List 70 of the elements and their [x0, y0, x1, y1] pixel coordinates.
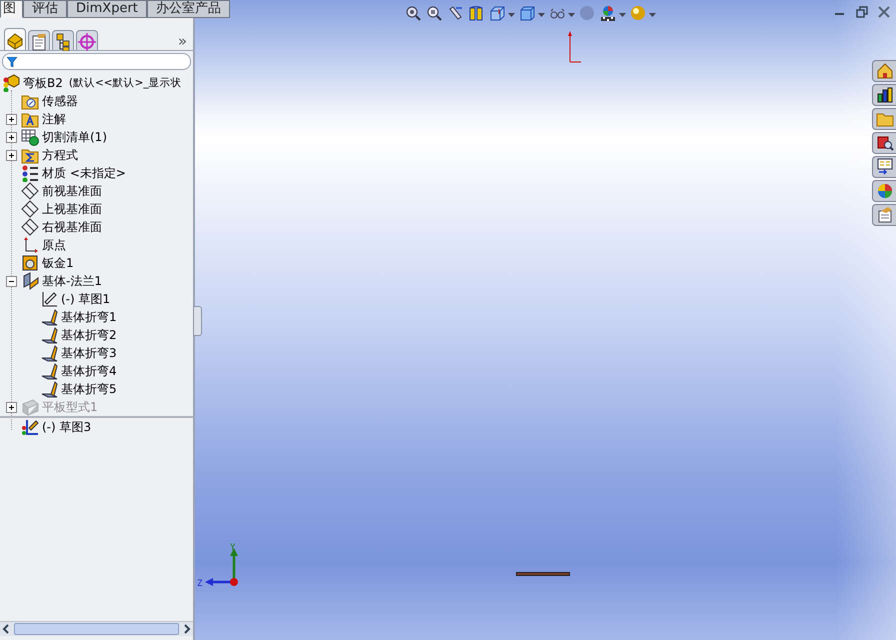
expand-toggle-icon[interactable] [6, 402, 17, 412]
close-icon[interactable] [878, 6, 890, 18]
toolbar-button[interactable] [600, 5, 626, 22]
toolbar-button[interactable] [447, 5, 464, 22]
origin-icon [565, 30, 583, 64]
part-edge [516, 572, 570, 576]
flat-icon [21, 398, 39, 416]
tree-item[interactable]: 基体折弯4 [61, 362, 117, 380]
toolbar-button[interactable] [489, 5, 515, 22]
tree-item[interactable]: 原点 [42, 236, 66, 254]
more-button[interactable]: » [176, 32, 189, 50]
bend-icon [40, 362, 58, 380]
plane-icon [21, 200, 39, 218]
expand-toggle-icon[interactable] [6, 132, 17, 142]
toolbar-button[interactable] [468, 5, 485, 22]
bend-icon [40, 308, 58, 326]
tree-item[interactable]: 注解 [42, 110, 66, 128]
sheetmetal-icon [21, 254, 39, 272]
toolbar-button[interactable] [426, 5, 443, 22]
tree-item[interactable]: (-) 草图1 [61, 290, 110, 308]
filter-field[interactable] [2, 53, 191, 70]
tree-item[interactable]: 传感器 [42, 92, 78, 110]
collapse-toggle-icon[interactable] [6, 276, 17, 286]
cutlist-icon [21, 128, 39, 146]
sketch-icon [40, 290, 58, 308]
tree-item[interactable]: 基体折弯2 [61, 326, 117, 344]
task-pane-tab[interactable] [872, 84, 896, 106]
tree-item[interactable]: (-) 草图3 [42, 418, 92, 436]
tree-item[interactable]: 右视基准面 [42, 218, 102, 236]
material-icon [21, 164, 39, 182]
panel-tab[interactable] [4, 28, 26, 50]
tree-item[interactable]: 弯板B2 [23, 74, 63, 92]
command-tab[interactable]: 图 [0, 0, 23, 18]
expand-toggle-icon[interactable] [6, 114, 17, 124]
panel-collapse-handle[interactable] [193, 306, 202, 336]
configuration-text: (默认<<默认>_显示状 [68, 76, 182, 90]
tree-item[interactable]: 方程式 [42, 146, 78, 164]
bend-icon [40, 344, 58, 362]
command-tab[interactable]: 办公室产品 [146, 0, 230, 18]
part-icon [2, 74, 20, 92]
tree-item[interactable]: 前视基准面 [42, 182, 102, 200]
bend-icon [40, 380, 58, 398]
command-tab[interactable]: 评估 [23, 0, 67, 18]
axis-triad-drawing: Y Z [197, 540, 239, 590]
tree-item[interactable]: 钣金1 [42, 254, 74, 272]
bend-icon [40, 326, 58, 344]
toolbar-button[interactable] [405, 5, 422, 22]
task-pane-tab[interactable] [872, 204, 896, 226]
command-tab[interactable]: DimXpert [67, 0, 147, 18]
toolbar-button[interactable] [630, 5, 656, 22]
flange-icon [21, 272, 39, 290]
tree-item[interactable]: 基体折弯3 [61, 344, 117, 362]
sketch3d-icon [21, 418, 39, 436]
panel-tab[interactable] [52, 30, 74, 50]
tree-item[interactable]: 切割清单(1) [42, 128, 107, 146]
tree-item[interactable]: 基体折弯5 [61, 380, 117, 398]
expand-toggle-icon[interactable] [6, 150, 17, 160]
tree-item[interactable]: 材质 <未指定> [42, 164, 126, 182]
plane-icon [21, 182, 39, 200]
panel-tab[interactable] [28, 30, 50, 50]
task-pane-tab[interactable] [872, 156, 896, 178]
tree-item[interactable]: 基体折弯1 [61, 308, 117, 326]
restore-icon[interactable] [856, 6, 868, 18]
tree-item[interactable]: 基体-法兰1 [42, 272, 102, 290]
scrollbar-thumb[interactable] [14, 623, 179, 635]
origin-icon [21, 236, 39, 254]
tree-item[interactable]: 上视基准面 [42, 200, 102, 218]
filter-icon [7, 56, 17, 66]
task-pane-tab[interactable] [872, 132, 896, 154]
plane-icon [21, 218, 39, 236]
